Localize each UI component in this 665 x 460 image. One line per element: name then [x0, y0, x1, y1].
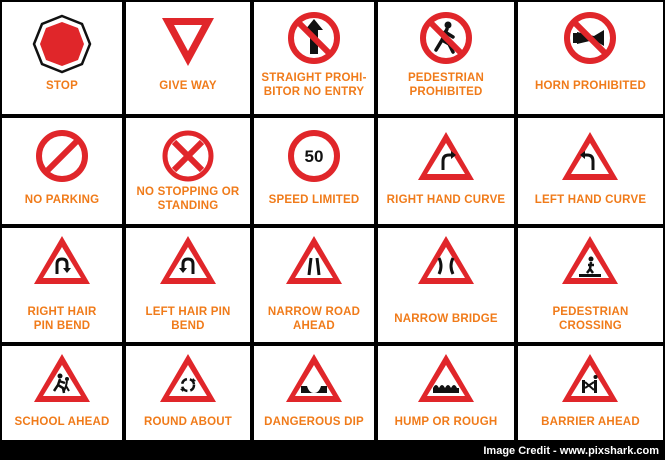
sign-label: ROUND ABOUT: [143, 416, 233, 428]
sign-label: RIGHT HAIR PIN BEND: [27, 306, 97, 332]
sign-label: STRAIGHT PROHI- BITOR NO ENTRY: [261, 72, 367, 98]
horn-prohibited-sign-icon: [564, 12, 616, 64]
sign-label: SPEED LIMITED: [268, 194, 360, 206]
school-ahead-sign-icon: [34, 354, 90, 402]
sign-label: NARROW BRIDGE: [394, 313, 498, 325]
hump-sign-icon: [418, 354, 474, 402]
sign-cell-pedestrian-crossing: PEDESTRIAN CROSSING: [518, 228, 663, 342]
sign-label: SCHOOL AHEAD: [14, 416, 110, 428]
straight-prohibitor-sign-icon: [288, 12, 340, 64]
sign-cell-narrow-bridge: NARROW BRIDGE: [378, 228, 514, 342]
sign-cell-right-hairpin: RIGHT HAIR PIN BEND: [2, 228, 122, 342]
sign-label: HUMP OR ROUGH: [394, 416, 498, 428]
left-hand-curve-sign-icon: [562, 132, 618, 180]
sign-label: NARROW ROAD AHEAD: [267, 306, 361, 332]
stop-sign-icon: [32, 14, 92, 74]
sign-cell-right-hand-curve: RIGHT HAND CURVE: [378, 118, 514, 224]
narrow-bridge-sign-icon: [418, 236, 474, 284]
right-hairpin-sign-icon: [34, 236, 90, 284]
sign-cell-give-way: GIVE WAY: [126, 2, 250, 114]
speed-limit-value: 50: [305, 147, 324, 166]
sign-cell-left-hairpin: LEFT HAIR PIN BEND: [126, 228, 250, 342]
sign-cell-straight-prohibitor: STRAIGHT PROHI- BITOR NO ENTRY: [254, 2, 374, 114]
sign-label: BARRIER AHEAD: [541, 416, 640, 428]
right-hand-curve-sign-icon: [418, 132, 474, 180]
no-stopping-sign-icon: [162, 130, 214, 182]
sign-cell-round-about: ROUND ABOUT: [126, 346, 250, 440]
sign-cell-barrier-ahead: BARRIER AHEAD: [518, 346, 663, 440]
sign-label: HORN PROHIBITED: [535, 80, 646, 92]
dangerous-dip-sign-icon: [286, 354, 342, 402]
sign-cell-speed-limited: 50 SPEED LIMITED: [254, 118, 374, 224]
sign-cell-school-ahead: SCHOOL AHEAD: [2, 346, 122, 440]
sign-cell-pedestrian-prohibited: PEDESTRIAN PROHIBITED: [378, 2, 514, 114]
sign-cell-hump-or-rough: HUMP OR ROUGH: [378, 346, 514, 440]
sign-label: LEFT HAIR PIN BEND: [145, 306, 231, 332]
no-parking-sign-icon: [36, 130, 88, 182]
barrier-ahead-sign-icon: [562, 354, 618, 402]
sign-label: PEDESTRIAN PROHIBITED: [407, 72, 485, 98]
narrow-road-sign-icon: [286, 236, 342, 284]
speed-limit-sign-icon: 50: [288, 130, 340, 182]
sign-label: NO STOPPING OR STANDING: [136, 186, 240, 212]
traffic-sign-grid: STOP GIVE WAY STRAIGHT PROHI- BITOR NO E…: [0, 0, 665, 440]
sign-cell-no-stopping: NO STOPPING OR STANDING: [126, 118, 250, 224]
pedestrian-crossing-sign-icon: [562, 236, 618, 284]
sign-label: LEFT HAND CURVE: [534, 194, 647, 206]
sign-label: STOP: [46, 80, 78, 92]
sign-label: DANGEROUS DIP: [264, 416, 364, 428]
sign-cell-no-parking: NO PARKING: [2, 118, 122, 224]
left-hairpin-sign-icon: [160, 236, 216, 284]
sign-label: NO PARKING: [24, 194, 100, 206]
sign-label: GIVE WAY: [159, 80, 217, 92]
roundabout-sign-icon: [160, 354, 216, 402]
image-credit: Image Credit - www.pixshark.com: [483, 445, 659, 457]
sign-label: PEDESTRIAN CROSSING: [552, 306, 629, 332]
pedestrian-prohibited-sign-icon: [420, 12, 472, 64]
sign-cell-narrow-road: NARROW ROAD AHEAD: [254, 228, 374, 342]
sign-cell-left-hand-curve: LEFT HAND CURVE: [518, 118, 663, 224]
sign-cell-stop: STOP: [2, 2, 122, 114]
sign-cell-horn-prohibited: HORN PROHIBITED: [518, 2, 663, 114]
sign-cell-dangerous-dip: DANGEROUS DIP: [254, 346, 374, 440]
sign-label: RIGHT HAND CURVE: [386, 194, 506, 206]
give-way-sign-icon: [162, 18, 214, 66]
